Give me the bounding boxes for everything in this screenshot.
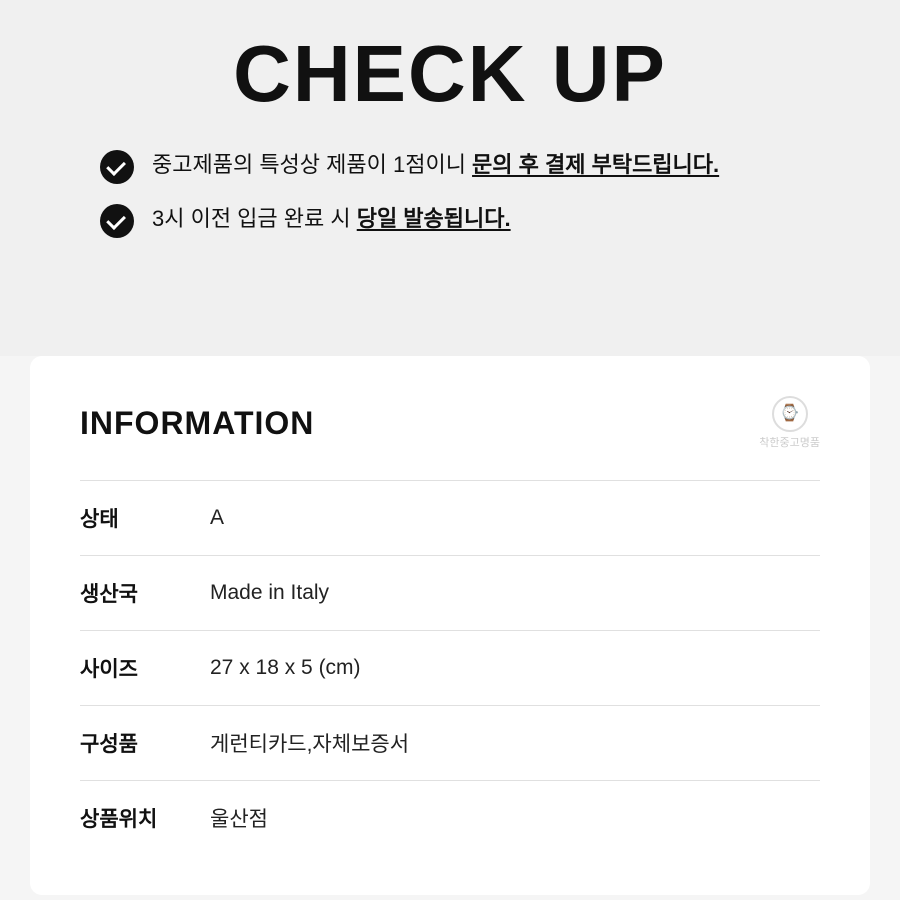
info-title: INFORMATION — [80, 405, 314, 442]
check-text-1: 중고제품의 특성상 제품이 1점이니 문의 후 결제 부탁드립니다. — [152, 148, 719, 181]
check-item-2: 3시 이전 입금 완료 시 당일 발송됩니다. — [40, 202, 860, 238]
info-label: 사이즈 — [80, 631, 210, 706]
watermark-icon: ⌚ — [772, 396, 808, 432]
check-text-2: 3시 이전 입금 완료 시 당일 발송됩니다. — [152, 202, 511, 235]
info-label: 상품위치 — [80, 781, 210, 856]
info-label: 생산국 — [80, 556, 210, 631]
info-table: 상태A생산국Made in Italy사이즈27 x 18 x 5 (cm)구성… — [80, 480, 820, 855]
info-value: 울산점 — [210, 781, 820, 856]
spacer — [0, 296, 900, 356]
check-icon-2 — [100, 204, 134, 238]
watermark: ⌚ 착한중고명품 — [759, 396, 820, 450]
check-item-1: 중고제품의 특성상 제품이 1점이니 문의 후 결제 부탁드립니다. — [40, 148, 860, 184]
info-value: 27 x 18 x 5 (cm) — [210, 631, 820, 706]
table-row: 상태A — [80, 481, 820, 556]
table-row: 상품위치울산점 — [80, 781, 820, 856]
info-label: 구성품 — [80, 706, 210, 781]
table-row: 사이즈27 x 18 x 5 (cm) — [80, 631, 820, 706]
check-icon-1 — [100, 150, 134, 184]
info-value: A — [210, 481, 820, 556]
info-label: 상태 — [80, 481, 210, 556]
info-section: INFORMATION ⌚ 착한중고명품 상태A생산국Made in Italy… — [30, 356, 870, 895]
table-row: 생산국Made in Italy — [80, 556, 820, 631]
info-value: Made in Italy — [210, 556, 820, 631]
header-section: CHECK UP 중고제품의 특성상 제품이 1점이니 문의 후 결제 부탁드립… — [0, 0, 900, 296]
table-row: 구성품게런티카드,자체보증서 — [80, 706, 820, 781]
info-header: INFORMATION ⌚ 착한중고명품 — [80, 396, 820, 450]
page-title: CHECK UP — [40, 30, 860, 118]
info-value: 게런티카드,자체보증서 — [210, 706, 820, 781]
watermark-text: 착한중고명품 — [759, 437, 820, 449]
